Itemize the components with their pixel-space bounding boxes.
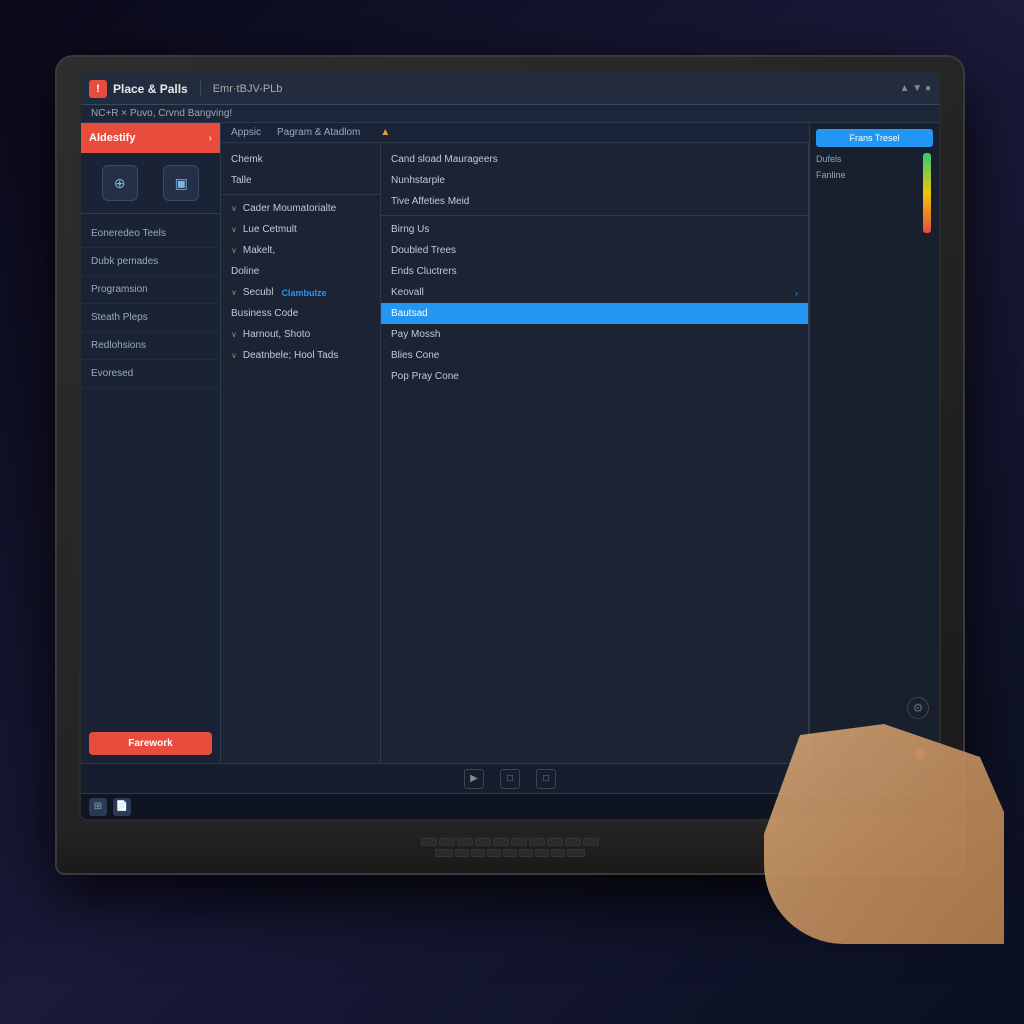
sidebar-item-eoneredeo[interactable]: Eoneredeo Teels xyxy=(81,220,220,248)
menu-keovall[interactable]: Keovall › xyxy=(381,282,808,303)
main-layout: Aldestify › ⊕ ▣ xyxy=(81,123,939,763)
screen-content: ! Place & Palls Emr·tBJV-PLb ▲ ▼ ● NC+R … xyxy=(81,73,939,819)
menu-cand-sload[interactable]: Cand sload Maurageers xyxy=(381,149,808,170)
right-item-dufels: Dufels xyxy=(816,151,933,167)
menu-deatnbele[interactable]: ∨ Deatnbele; Hool Tads xyxy=(221,345,380,366)
content-area: Appsic Pagram & Atadlom ▲ Chemk xyxy=(221,123,809,763)
expand-arrow-keovall: › xyxy=(795,288,798,298)
trans-tresel-button[interactable]: Frans Tresel xyxy=(816,129,933,147)
sidebar-icons-row: ⊕ ▣ xyxy=(81,153,220,214)
menu-chemk[interactable]: Chemk xyxy=(221,149,380,170)
window-icon-1: □ xyxy=(507,773,513,784)
windows-icon: ⊞ xyxy=(94,801,102,812)
mid-menu-col: Cand sload Maurageers Nunhstarple Tive A… xyxy=(381,143,809,763)
farework-button[interactable]: Farework xyxy=(89,732,212,755)
play-button[interactable]: ▶ xyxy=(464,769,484,789)
menu-talle[interactable]: Talle xyxy=(221,170,380,191)
menu-nunhstarple[interactable]: Nunhstarple xyxy=(381,170,808,191)
laptop-screen: ! Place & Palls Emr·tBJV-PLb ▲ ▼ ● NC+R … xyxy=(79,71,941,821)
menu-doline[interactable]: Doline xyxy=(221,261,380,282)
sidebar-item-dubk[interactable]: Dubk pemades xyxy=(81,248,220,276)
sidebar-item-programsion[interactable]: Programsion xyxy=(81,276,220,304)
file-icon[interactable]: 📄 xyxy=(113,798,131,816)
col-sep-1 xyxy=(221,194,380,195)
sidebar-nav: Eoneredeo Teels Dubk pemades Programsion… xyxy=(81,214,220,724)
menu-cader[interactable]: ∨ Cader Moumatorialte xyxy=(221,198,380,219)
app-logo-group: ! Place & Palls xyxy=(89,80,188,98)
sidebar-header[interactable]: Aldestify › xyxy=(81,123,220,153)
nav-label: NC+R × Puvo, Crvnd Bangving! xyxy=(91,108,232,119)
hand-overlay xyxy=(764,724,1004,944)
menu-harnout[interactable]: ∨ Harnout, Shoto xyxy=(221,324,380,345)
menu-makelt[interactable]: ∨ Makelt, xyxy=(221,240,380,261)
settings-icon[interactable]: ⚙ xyxy=(907,697,929,719)
play-icon: ▶ xyxy=(470,773,478,784)
sub-header: Appsic Pagram & Atadlom ▲ xyxy=(221,123,809,143)
top-bar-subtitle: Emr·tBJV-PLb xyxy=(213,83,283,95)
menu-bautsad[interactable]: Bautsad xyxy=(381,303,808,324)
mid-sep xyxy=(381,215,808,216)
window-button-1[interactable]: □ xyxy=(500,769,520,789)
menu-birng[interactable]: Birng Us xyxy=(381,219,808,240)
top-bar-right: ▲ ▼ ● xyxy=(900,83,931,94)
menu-tive[interactable]: Tive Affeties Meid xyxy=(381,191,808,212)
alert-icon: ! xyxy=(89,80,107,98)
top-bar-separator xyxy=(200,81,201,97)
menu-secubl[interactable]: ∨ Secubl Clambulze xyxy=(221,282,380,303)
window-icon-2: □ xyxy=(543,773,549,784)
sidebar-footer: Farework xyxy=(81,724,220,763)
right-panel: Frans Tresel Dufels Fanline ⚙ xyxy=(809,123,939,763)
nav-row: NC+R × Puvo, Crvnd Bangving! xyxy=(81,105,939,123)
wifi-icon: ▲ ▼ ● xyxy=(900,83,931,94)
monitor-icon-btn[interactable]: ▣ xyxy=(163,165,199,201)
monitor-icon: ▣ xyxy=(175,175,188,192)
menu-blies[interactable]: Blies Cone xyxy=(381,345,808,366)
clambulze-label: Clambulze xyxy=(281,288,326,298)
menu-business[interactable]: Business Code xyxy=(221,303,380,324)
menu-lue[interactable]: ∨ Lue Cetmult xyxy=(221,219,380,240)
left-menu-col: Chemk Talle ∨ Cader Moumatorialte xyxy=(221,143,381,763)
wifi-icon: ⊕ xyxy=(114,175,126,192)
start-icon[interactable]: ⊞ xyxy=(89,798,107,816)
sub-header-pagram[interactable]: Pagram & Atadlom xyxy=(277,127,360,138)
color-bar-indicator xyxy=(923,153,931,233)
menu-pay[interactable]: Pay Mossh xyxy=(381,324,808,345)
menu-trees-doubled[interactable]: Doubled Trees xyxy=(381,240,808,261)
sidebar: Aldestify › ⊕ ▣ xyxy=(81,123,221,763)
wifi-icon-btn[interactable]: ⊕ xyxy=(102,165,138,201)
sidebar-item-evoresed[interactable]: Evoresed xyxy=(81,360,220,388)
window-button-2[interactable]: □ xyxy=(536,769,556,789)
menu-pop-pray[interactable]: Pop Pray Cone xyxy=(381,366,808,387)
top-bar: ! Place & Palls Emr·tBJV-PLb ▲ ▼ ● xyxy=(81,73,939,105)
sidebar-item-redloh[interactable]: Redlohsions xyxy=(81,332,220,360)
app-title: Place & Palls xyxy=(113,82,188,96)
file-icon-glyph: 📄 xyxy=(116,801,128,812)
sub-header-appsic[interactable]: Appsic xyxy=(231,127,261,138)
warning-triangle: ▲ xyxy=(380,127,390,138)
sidebar-chevron: › xyxy=(209,133,212,144)
three-col-layout: Chemk Talle ∨ Cader Moumatorialte xyxy=(221,143,809,763)
menu-ends[interactable]: Ends Cluctrers xyxy=(381,261,808,282)
sidebar-item-steath[interactable]: Steath Pleps xyxy=(81,304,220,332)
sidebar-header-label: Aldestify xyxy=(89,132,135,144)
right-item-fanline: Fanline xyxy=(816,167,933,183)
